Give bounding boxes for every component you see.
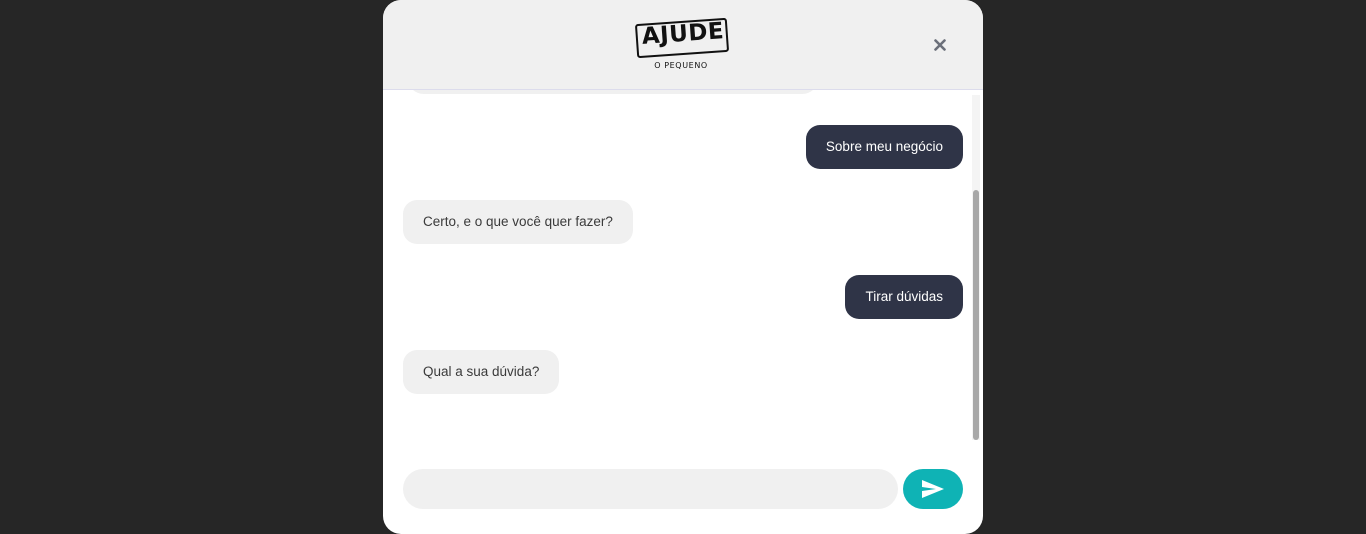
chat-modal: AJUDE O PEQUENO Sobre meu negócio Certo,… bbox=[383, 0, 983, 534]
logo-tagline: O PEQUENO bbox=[654, 61, 708, 70]
close-button[interactable] bbox=[929, 34, 951, 56]
chat-header: AJUDE O PEQUENO bbox=[383, 0, 983, 90]
send-icon bbox=[922, 480, 944, 498]
user-message-bubble: Sobre meu negócio bbox=[805, 125, 963, 169]
message-input[interactable] bbox=[403, 469, 898, 509]
ajude-o-pequeno-logo: AJUDE O PEQUENO bbox=[633, 17, 733, 75]
previous-message-bubble bbox=[407, 90, 819, 94]
bot-message-bubble: Certo, e o que você quer fazer? bbox=[403, 200, 633, 244]
message-composer bbox=[403, 469, 963, 509]
message-list-scrollbar[interactable] bbox=[972, 95, 980, 440]
send-button[interactable] bbox=[903, 469, 963, 509]
close-icon bbox=[934, 39, 946, 51]
scrollbar-thumb[interactable] bbox=[973, 190, 979, 440]
message-list[interactable]: Sobre meu negócio Certo, e o que você qu… bbox=[383, 90, 983, 450]
bot-message-bubble: Qual a sua dúvida? bbox=[403, 350, 560, 394]
user-message-bubble: Tirar dúvidas bbox=[845, 275, 963, 319]
